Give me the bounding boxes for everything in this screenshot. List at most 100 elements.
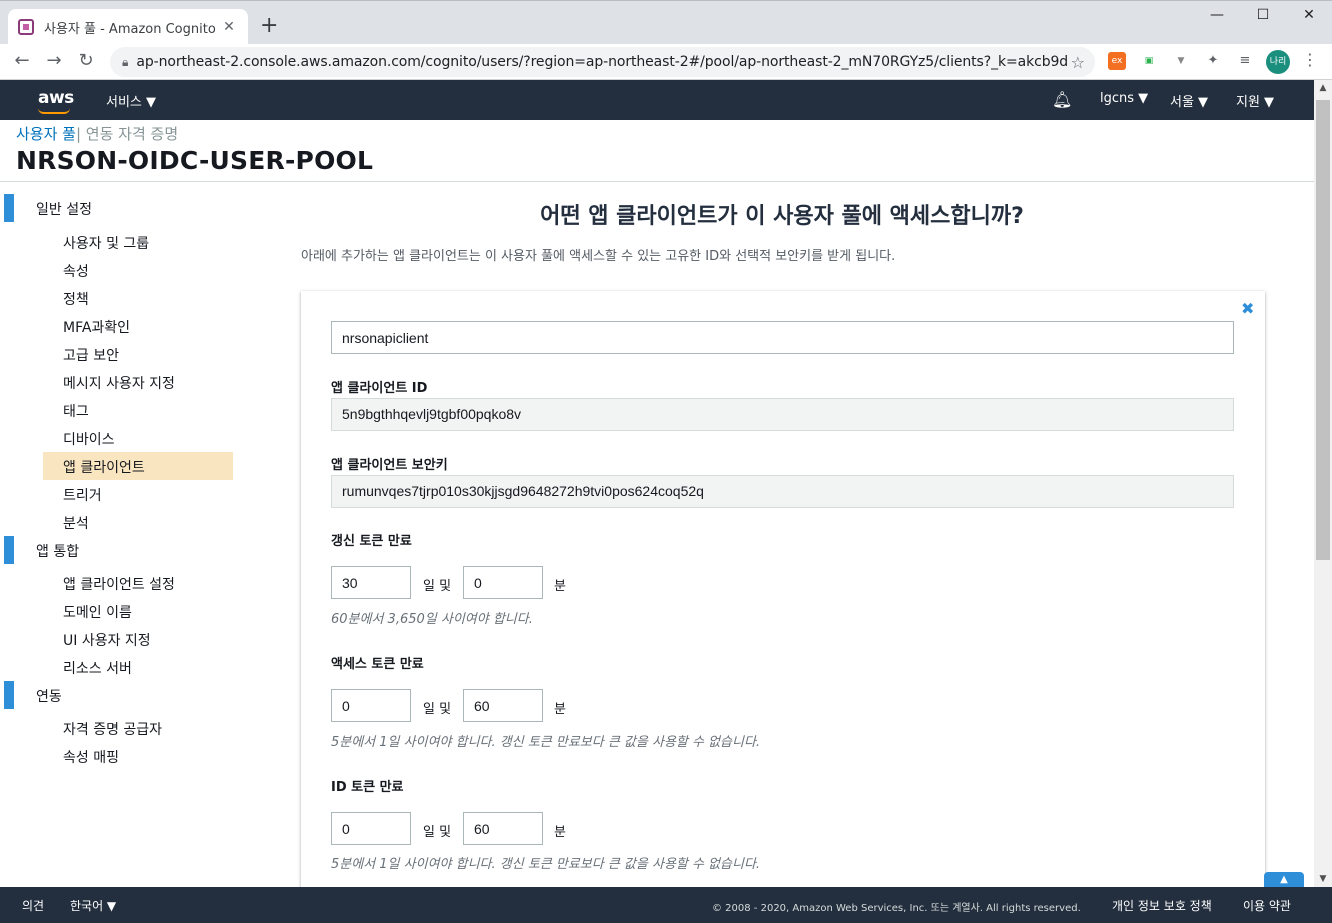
sidebar-item-domain-name[interactable]: 도메인 이름 (43, 597, 233, 625)
aws-top-nav: aws 서비스 ▼ 🔔︎ lgcns ▼ 서울 ▼ 지원 ▼ (0, 80, 1314, 120)
sidebar-item-attribute-mapping[interactable]: 속성 매핑 (43, 742, 233, 770)
forward-icon[interactable]: → (42, 50, 66, 71)
sidebar-item-triggers[interactable]: 트리거 (43, 480, 233, 508)
address-bar: ← → ↻ 🔒︎ ap-northeast-2.console.aws.amaz… (0, 44, 1332, 80)
bookmark-star-icon[interactable]: ☆ (1071, 53, 1085, 72)
minutes-label: 분 (554, 702, 566, 717)
extensions-puzzle-icon[interactable]: ✦ (1204, 52, 1222, 70)
privacy-policy-link[interactable]: 개인 정보 보호 정책 (1112, 897, 1212, 914)
scroll-down-icon[interactable]: ▼ (1314, 871, 1332, 887)
new-tab-button[interactable]: + (260, 13, 278, 38)
tab-close-icon[interactable]: ✕ (220, 19, 238, 35)
browser-menu-icon[interactable]: ⋮ (1302, 50, 1318, 69)
profile-avatar[interactable]: 나리 (1266, 50, 1290, 74)
id-token-days-input[interactable] (331, 812, 411, 845)
crumb-user-pools-link[interactable]: 사용자 풀 (16, 125, 76, 143)
scroll-up-icon[interactable]: ▲ (1314, 80, 1332, 96)
sidebar-item-resource-servers[interactable]: 리소스 서버 (43, 653, 233, 681)
sidebar-section-app-integration[interactable]: 앱 통합 (0, 536, 260, 564)
sidebar-item-analytics[interactable]: 분석 (43, 508, 233, 536)
region-menu[interactable]: 서울 ▼ (1170, 91, 1208, 110)
sidebar-item-devices[interactable]: 디바이스 (43, 424, 233, 452)
crumb-federated-identities-link[interactable]: 연동 자격 증명 (81, 125, 178, 143)
minutes-label: 분 (554, 579, 566, 594)
sidebar-item-identity-providers[interactable]: 자격 증명 공급자 (43, 714, 233, 742)
page-header: 사용자 풀| 연동 자격 증명 NRSON-OIDC-USER-POOL (0, 120, 1314, 182)
app-client-name-input[interactable] (331, 321, 1234, 354)
maximize-icon[interactable]: ☐ (1240, 7, 1286, 23)
section-marker (4, 536, 14, 564)
back-icon[interactable]: ← (10, 50, 34, 71)
scroll-to-top-button[interactable]: ▲ (1264, 872, 1304, 887)
refresh-days-input[interactable] (331, 566, 411, 599)
days-and-label: 일 및 (423, 702, 452, 717)
refresh-token-label: 갱신 토큰 만료 (331, 534, 412, 549)
sidebar-item-tags[interactable]: 태그 (43, 396, 233, 424)
sidebar: 일반 설정 사용자 및 그룹 속성 정책 MFA과확인 고급 보안 메시지 사용… (0, 190, 260, 880)
reload-icon[interactable]: ↻ (74, 50, 98, 71)
extension-ex-icon[interactable]: ex (1108, 52, 1126, 70)
sidebar-item-advanced-security[interactable]: 고급 보안 (43, 340, 233, 368)
sidebar-item-policies[interactable]: 정책 (43, 284, 233, 312)
client-secret-field[interactable]: rumunvqes7tjrp010s30kjjsgd9648272h9tvi0p… (331, 475, 1234, 508)
account-menu[interactable]: lgcns ▼ (1100, 91, 1148, 106)
main-description: 아래에 추가하는 앱 클라이언트는 이 사용자 풀에 액세스할 수 있는 고유한… (301, 249, 896, 264)
section-label: 앱 통합 (36, 544, 80, 560)
section-marker (4, 194, 14, 222)
window-close-icon[interactable]: ✕ (1286, 7, 1332, 23)
extension-vue-icon[interactable]: ▼ (1172, 52, 1190, 70)
id-token-minutes-input[interactable] (463, 812, 543, 845)
extension-screen-icon[interactable]: ▣ (1140, 52, 1158, 70)
days-and-label: 일 및 (423, 825, 452, 840)
access-minutes-input[interactable] (463, 689, 543, 722)
terms-link[interactable]: 이용 약관 (1243, 897, 1291, 914)
lock-icon: 🔒︎ (122, 54, 129, 69)
browser-tab-bar: 사용자 풀 - Amazon Cognito ✕ + — ☐ ✕ (0, 0, 1332, 45)
access-token-label: 액세스 토큰 만료 (331, 657, 424, 672)
sidebar-item-ui-customization[interactable]: UI 사용자 지정 (43, 625, 233, 653)
close-icon[interactable]: ✖ (1241, 299, 1254, 318)
feedback-link[interactable]: 의견 (22, 897, 44, 914)
sidebar-section-general[interactable]: 일반 설정 (0, 194, 260, 222)
copyright-text: © 2008 - 2020, Amazon Web Services, Inc.… (712, 903, 1081, 914)
aws-logo[interactable]: aws (38, 88, 74, 108)
id-token-label: ID 토큰 만료 (331, 780, 404, 795)
access-days-input[interactable] (331, 689, 411, 722)
browser-tab[interactable]: 사용자 풀 - Amazon Cognito ✕ (8, 9, 248, 45)
media-queue-icon[interactable]: ≡ (1236, 52, 1254, 70)
tab-title: 사용자 풀 - Amazon Cognito (44, 21, 216, 37)
sidebar-item-app-clients[interactable]: 앱 클라이언트 (43, 452, 233, 480)
notification-bell-icon[interactable]: 🔔︎ (1052, 90, 1072, 109)
aws-logo-smile-icon (38, 108, 70, 114)
refresh-token-hint: 60분에서 3,650일 사이여야 합니다. (331, 612, 533, 627)
sidebar-section-federation[interactable]: 연동 (0, 681, 260, 709)
url-text[interactable]: ap-northeast-2.console.aws.amazon.com/co… (136, 54, 1070, 70)
sidebar-item-attributes[interactable]: 속성 (43, 256, 233, 284)
cognito-favicon-icon (18, 19, 34, 35)
minimize-icon[interactable]: — (1194, 7, 1240, 23)
breadcrumb: 사용자 풀| 연동 자격 증명 (16, 123, 178, 144)
url-bar[interactable]: 🔒︎ ap-northeast-2.console.aws.amazon.com… (110, 47, 1095, 77)
app-client-card: ✖ 앱 클라이언트 ID 5n9bgthhqevlj9tgbf00pqko8v … (301, 291, 1265, 891)
section-label: 일반 설정 (36, 202, 92, 218)
section-marker (4, 681, 14, 709)
client-id-label: 앱 클라이언트 ID (331, 381, 428, 396)
services-menu[interactable]: 서비스 ▼ (106, 91, 156, 110)
language-selector[interactable]: 한국어 ▼ (70, 897, 116, 914)
sidebar-item-message-customizations[interactable]: 메시지 사용자 지정 (43, 368, 233, 396)
sidebar-item-app-client-settings[interactable]: 앱 클라이언트 설정 (43, 569, 233, 597)
sidebar-item-mfa[interactable]: MFA과확인 (43, 312, 233, 340)
page-scrollbar[interactable]: ▲ ▼ (1314, 80, 1332, 887)
scrollbar-thumb[interactable] (1316, 100, 1330, 560)
console-footer: 의견 한국어 ▼ © 2008 - 2020, Amazon Web Servi… (0, 887, 1332, 923)
client-id-field[interactable]: 5n9bgthhqevlj9tgbf00pqko8v (331, 398, 1234, 431)
minutes-label: 분 (554, 825, 566, 840)
access-token-hint: 5분에서 1일 사이여야 합니다. 갱신 토큰 만료보다 큰 값을 사용할 수 … (331, 735, 761, 750)
client-secret-label: 앱 클라이언트 보안키 (331, 458, 448, 473)
page-title: NRSON-OIDC-USER-POOL (16, 146, 374, 175)
main-heading: 어떤 앱 클라이언트가 이 사용자 풀에 액세스합니까? (540, 204, 1024, 229)
support-menu[interactable]: 지원 ▼ (1236, 91, 1274, 110)
refresh-minutes-input[interactable] (463, 566, 543, 599)
section-label: 연동 (36, 689, 62, 705)
sidebar-item-users-groups[interactable]: 사용자 및 그룹 (43, 228, 233, 256)
